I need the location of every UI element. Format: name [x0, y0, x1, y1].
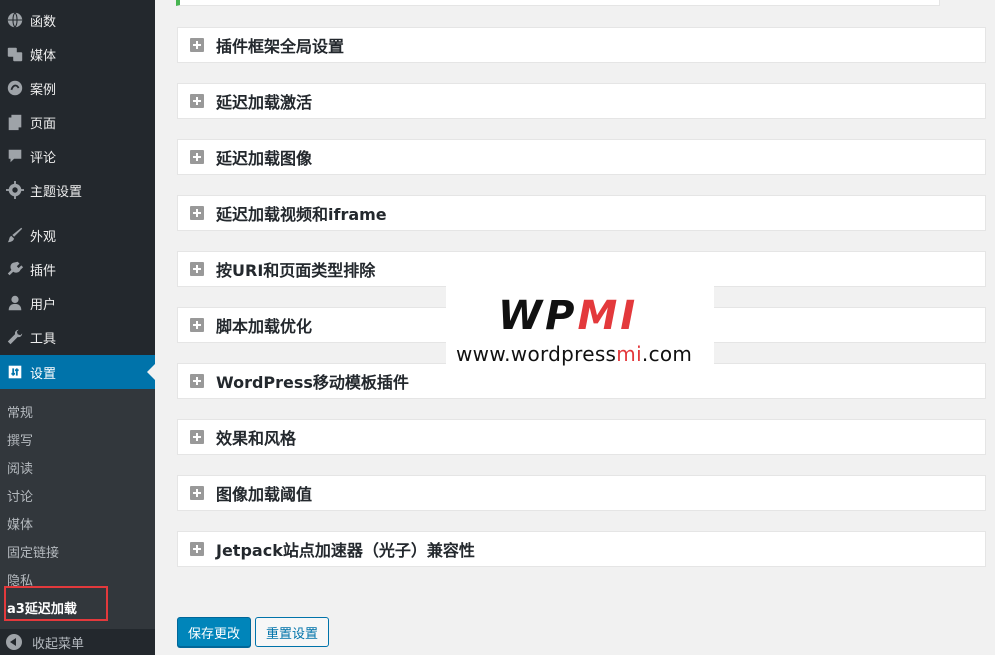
menu-item-label: 媒体 — [30, 48, 57, 64]
wrench-icon — [0, 328, 30, 346]
menu-item-label: 插件 — [30, 263, 57, 279]
expand-icon — [190, 318, 204, 332]
panel-title: 脚本加载优化 — [216, 317, 313, 336]
watermark-logo: WPMI www.wordpressmi.com — [446, 285, 714, 369]
menu-item-comments[interactable]: 评论 — [0, 139, 155, 173]
expand-icon — [190, 542, 204, 556]
menu-item-label: 函数 — [30, 14, 57, 30]
comment-icon — [0, 147, 30, 165]
panel-title: 延迟加载视频和iframe — [216, 205, 387, 224]
menu-item-label: 页面 — [30, 116, 57, 132]
panel-title: 延迟加载激活 — [216, 93, 313, 112]
menu-item-label: 案例 — [30, 82, 57, 98]
panel-title: 延迟加载图像 — [216, 149, 313, 168]
gear-icon — [0, 181, 30, 199]
panel-lazy-load-images[interactable]: 延迟加载图像 — [177, 139, 986, 175]
expand-icon — [190, 430, 204, 444]
menu-item-label: 工具 — [30, 331, 57, 347]
submenu-item-reading[interactable]: 阅读 — [7, 458, 33, 477]
expand-icon — [190, 206, 204, 220]
expand-icon — [190, 38, 204, 52]
expand-icon — [190, 374, 204, 388]
menu-item-appearance[interactable]: 外观 — [0, 218, 155, 252]
submenu-item-permalinks[interactable]: 固定链接 — [7, 542, 59, 561]
case-icon — [0, 79, 30, 97]
collapse-icon — [6, 634, 22, 650]
globe-icon — [0, 11, 30, 29]
menu-item-label: 设置 — [30, 366, 57, 382]
menu-item-label: 主题设置 — [30, 184, 83, 200]
brush-icon — [0, 226, 30, 244]
top-notice — [176, 0, 940, 6]
menu-item-plugins[interactable]: 插件 — [0, 252, 155, 286]
user-icon — [0, 294, 30, 312]
submenu-item-discussion[interactable]: 讨论 — [7, 486, 33, 505]
panel-effects-and-style[interactable]: 效果和风格 — [177, 419, 986, 455]
submenu-item-general[interactable]: 常规 — [7, 402, 33, 421]
save-changes-button[interactable]: 保存更改 — [177, 617, 251, 647]
collapse-menu-label: 收起菜单 — [32, 636, 85, 652]
panel-title: 效果和风格 — [216, 429, 297, 448]
expand-icon — [190, 150, 204, 164]
panel-lazy-load-activation[interactable]: 延迟加载激活 — [177, 83, 986, 119]
highlight-box — [4, 586, 108, 621]
panel-exclude-by-uri[interactable]: 按URI和页面类型排除 — [177, 251, 986, 287]
panel-jetpack-compatibility[interactable]: Jetpack站点加速器（光子）兼容性 — [177, 531, 986, 567]
expand-icon — [190, 262, 204, 276]
submenu-item-media[interactable]: 媒体 — [7, 514, 33, 533]
panel-lazy-load-video-iframe[interactable]: 延迟加载视频和iframe — [177, 195, 986, 231]
menu-item-pages[interactable]: 页面 — [0, 105, 155, 139]
menu-item-label: 评论 — [30, 150, 57, 166]
watermark-url: www.wordpressmi.com — [456, 342, 693, 366]
plugin-icon — [0, 260, 30, 278]
expand-icon — [190, 94, 204, 108]
page-icon — [0, 113, 30, 131]
panel-title: 按URI和页面类型排除 — [216, 261, 376, 280]
panel-title: Jetpack站点加速器（光子）兼容性 — [216, 541, 475, 560]
reset-settings-button[interactable]: 重置设置 — [255, 617, 329, 647]
menu-item-cases[interactable]: 案例 — [0, 71, 155, 105]
watermark-logo-text: WPMI — [498, 293, 639, 339]
panel-global-settings[interactable]: 插件框架全局设置 — [177, 27, 986, 63]
panel-title: 图像加载阈值 — [216, 485, 313, 504]
collapse-menu-button[interactable]: 收起菜单 — [0, 629, 155, 655]
menu-item-settings[interactable]: 设置 — [0, 355, 155, 389]
panel-image-load-threshold[interactable]: 图像加载阈值 — [177, 475, 986, 511]
expand-icon — [190, 486, 204, 500]
menu-item-theme-settings[interactable]: 主题设置 — [0, 173, 155, 207]
menu-item-tools[interactable]: 工具 — [0, 320, 155, 354]
menu-item-label: 用户 — [30, 297, 57, 313]
admin-sidebar: 函数 媒体 案例 页面 评论 主题设置 外观 插件 用户 工具 设置 常规 撰写… — [0, 0, 155, 655]
settings-icon — [0, 363, 30, 381]
panel-title: WordPress移动模板插件 — [216, 373, 409, 392]
media-icon — [0, 45, 30, 63]
menu-item-users[interactable]: 用户 — [0, 286, 155, 320]
panel-title: 插件框架全局设置 — [216, 37, 345, 56]
submenu-item-writing[interactable]: 撰写 — [7, 430, 33, 449]
active-arrow-indicator — [147, 364, 155, 380]
menu-item-label: 外观 — [30, 229, 57, 245]
menu-item-media[interactable]: 媒体 — [0, 37, 155, 71]
menu-item-functions[interactable]: 函数 — [0, 3, 155, 37]
